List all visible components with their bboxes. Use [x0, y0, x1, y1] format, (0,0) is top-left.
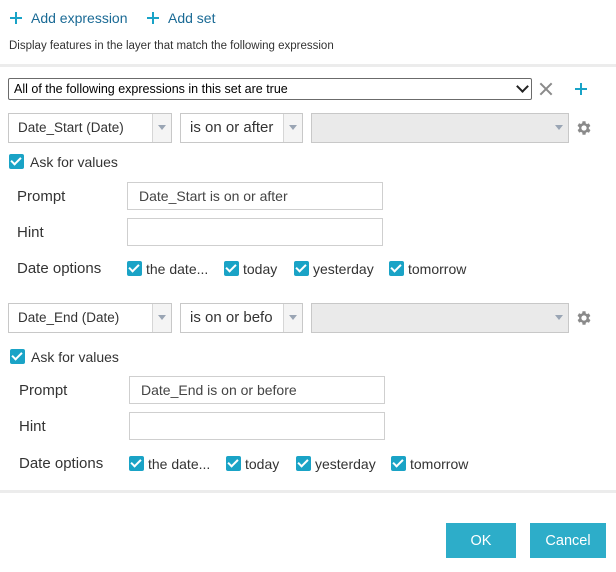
gear-icon[interactable] [575, 309, 593, 327]
date-option-label: yesterday [315, 456, 376, 472]
add-expression-button[interactable]: Add expression [10, 9, 128, 27]
operator-select[interactable]: is on or befo [180, 303, 303, 333]
set-condition-select[interactable]: All of the following expressions in this… [8, 78, 532, 100]
prompt-label: Prompt [17, 188, 66, 205]
set-condition-value: All of the following expressions in this… [14, 82, 288, 96]
chevron-down-icon [516, 80, 529, 93]
cancel-button[interactable]: Cancel [530, 523, 606, 558]
ask-for-values-label: Ask for values [30, 154, 118, 170]
plus-icon [575, 83, 587, 95]
date-option-checkbox-yesterday[interactable] [296, 456, 311, 471]
remove-set-icon[interactable] [539, 82, 553, 96]
filter-description: Display features in the layer that match… [9, 40, 334, 52]
date-options-label: Date options [19, 455, 104, 472]
plus-icon [10, 12, 22, 24]
dropdown-arrow-icon [550, 304, 568, 332]
ask-for-values-checkbox[interactable] [9, 154, 24, 169]
prompt-label: Prompt [19, 382, 68, 399]
divider [0, 490, 616, 493]
field-select-value: Date_End (Date) [18, 310, 120, 325]
date-option-checkbox-the-date[interactable] [127, 261, 142, 276]
prompt-input-value: Date_End is on or before [141, 382, 297, 398]
dropdown-arrow-icon [550, 114, 568, 142]
prompt-input[interactable]: Date_End is on or before [129, 376, 385, 404]
add-expression-label: Add expression [31, 10, 128, 26]
date-option-checkbox-yesterday[interactable] [294, 261, 309, 276]
date-option-label: tomorrow [408, 261, 467, 277]
date-option-label: the date... [148, 456, 211, 472]
prompt-input[interactable]: Date_Start is on or after [127, 182, 383, 210]
add-expression-to-set-button[interactable] [575, 83, 587, 95]
divider [0, 64, 616, 67]
operator-select-value: is on or after [190, 119, 274, 136]
operator-select-value: is on or befo [190, 309, 273, 326]
dropdown-arrow-icon [152, 114, 171, 142]
date-option-checkbox-today[interactable] [226, 456, 241, 471]
date-option-label: today [243, 261, 278, 277]
gear-icon[interactable] [575, 119, 593, 137]
date-options-label: Date options [17, 260, 102, 277]
date-option-label: the date... [146, 261, 209, 277]
ask-for-values-label: Ask for values [31, 349, 119, 365]
date-option-label: today [245, 456, 280, 472]
field-select[interactable]: Date_Start (Date) [8, 113, 172, 143]
operator-select[interactable]: is on or after [180, 113, 303, 143]
date-option-checkbox-today[interactable] [224, 261, 239, 276]
date-option-checkbox-tomorrow[interactable] [391, 456, 406, 471]
date-option-checkbox-tomorrow[interactable] [389, 261, 404, 276]
date-option-checkbox-the-date[interactable] [129, 456, 144, 471]
hint-label: Hint [19, 418, 46, 435]
value-select[interactable] [311, 303, 569, 333]
prompt-input-value: Date_Start is on or after [139, 188, 288, 204]
hint-label: Hint [17, 224, 44, 241]
ok-button[interactable]: OK [446, 523, 516, 558]
add-set-button[interactable]: Add set [147, 9, 215, 27]
hint-input[interactable] [129, 412, 385, 440]
value-select[interactable] [311, 113, 569, 143]
add-set-label: Add set [168, 10, 216, 26]
dropdown-arrow-icon [283, 304, 302, 332]
ask-for-values-checkbox[interactable] [10, 349, 25, 364]
dropdown-arrow-icon [283, 114, 302, 142]
dropdown-arrow-icon [152, 304, 171, 332]
date-option-label: tomorrow [410, 456, 469, 472]
hint-input[interactable] [127, 218, 383, 246]
field-select[interactable]: Date_End (Date) [8, 303, 172, 333]
plus-icon [147, 12, 159, 24]
date-option-label: yesterday [313, 261, 374, 277]
field-select-value: Date_Start (Date) [18, 120, 124, 135]
